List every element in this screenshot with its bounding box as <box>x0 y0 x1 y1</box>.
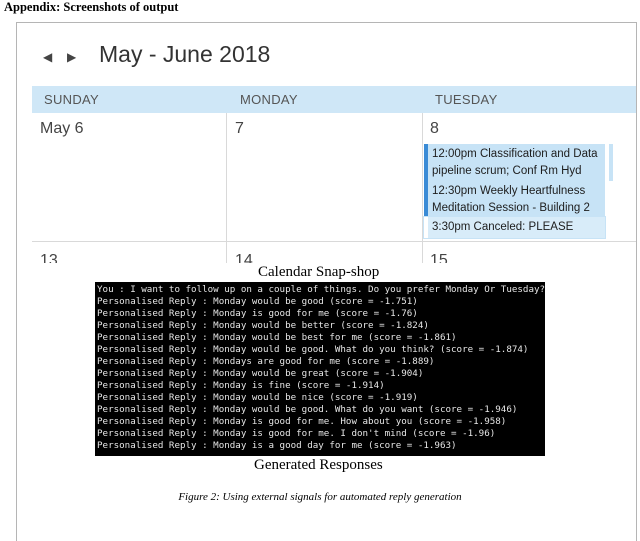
day-name-monday: MONDAY <box>240 92 298 107</box>
event-line: 3:30pm Canceled: PLEASE SHAR... <box>432 221 574 233</box>
terminal-line: Personalised Reply : Monday would be bes… <box>97 332 457 343</box>
event-line: 12:30pm Weekly Heartfulness <box>432 185 586 197</box>
terminal-line: Personalised Reply : Mondays are good fo… <box>97 356 435 367</box>
terminal-caption: Generated Responses <box>254 457 383 473</box>
day-header-row: SUNDAY MONDAY TUESDAY <box>32 86 636 113</box>
terminal-line: Personalised Reply : Monday would be gre… <box>97 368 424 379</box>
event-line: Meditation Session - Building 2 ... <box>432 202 590 214</box>
figure-caption: Figure 2: Using external signals for aut… <box>178 491 462 503</box>
terminal-line: Personalised Reply : Monday is a good da… <box>97 440 457 451</box>
caret-left-icon[interactable]: ◀ <box>43 50 52 64</box>
terminal-line: Personalised Reply : Monday would be nic… <box>97 392 418 403</box>
appendix-heading: Appendix: Screenshots of output <box>4 0 179 14</box>
event-overflow-edge <box>609 144 613 181</box>
terminal-output: You : I want to follow up on a couple of… <box>95 282 545 456</box>
caret-right-icon[interactable]: ▶ <box>67 50 76 64</box>
terminal-line: Personalised Reply : Monday would be bet… <box>97 320 429 331</box>
week-divider <box>32 241 636 242</box>
calendar-event[interactable]: 12:00pm Classification and Data pipeline… <box>424 144 605 181</box>
date-cell[interactable]: 8 <box>430 120 439 138</box>
terminal-line: Personalised Reply : Monday would be goo… <box>97 296 418 307</box>
date-cell[interactable]: May 6 <box>40 120 84 138</box>
date-cell[interactable]: 7 <box>235 120 244 138</box>
event-line: pipeline scrum; Conf Rm Hyd B... <box>432 165 582 177</box>
calendar-caption: Calendar Snap-shop <box>258 264 380 280</box>
calendar-event[interactable]: 12:30pm Weekly Heartfulness Meditation S… <box>424 181 605 218</box>
terminal-line: Personalised Reply : Monday would be goo… <box>97 344 529 355</box>
event-line: 12:00pm Classification and Data <box>432 148 598 160</box>
date-cell[interactable]: 15 <box>430 252 448 263</box>
terminal-line: Personalised Reply : Monday is fine (sco… <box>97 380 385 391</box>
date-cell[interactable]: 13 <box>40 252 58 263</box>
day-name-sunday: SUNDAY <box>44 92 100 107</box>
calendar-screenshot: ◀ ▶ May - June 2018 SUNDAY MONDAY TUESDA… <box>17 23 636 263</box>
calendar-event-canceled[interactable]: 3:30pm Canceled: PLEASE SHAR... <box>423 216 606 239</box>
date-cell[interactable]: 14 <box>235 252 253 263</box>
terminal-line: Personalised Reply : Monday would be goo… <box>97 404 518 415</box>
terminal-line: You : I want to follow up on a couple of… <box>97 284 545 295</box>
terminal-line: Personalised Reply : Monday is good for … <box>97 428 496 439</box>
month-title: May - June 2018 <box>99 41 271 67</box>
terminal-line: Personalised Reply : Monday is good for … <box>97 308 418 319</box>
day-name-tuesday: TUESDAY <box>435 92 498 107</box>
terminal-line: Personalised Reply : Monday is good for … <box>97 416 507 427</box>
